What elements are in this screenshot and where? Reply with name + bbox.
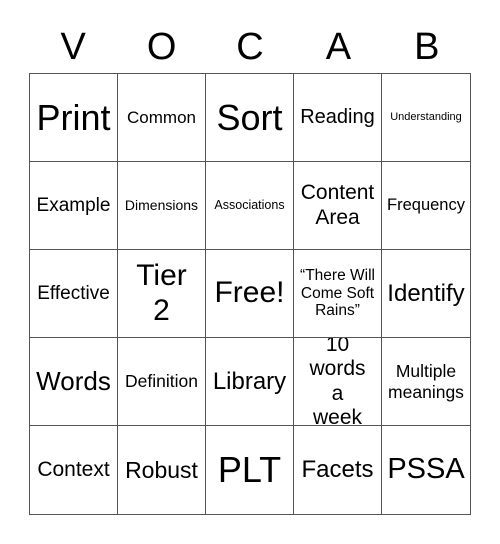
bingo-cell: Library	[206, 338, 294, 426]
bingo-cell: Print	[30, 74, 118, 162]
bingo-header: V O C A B	[29, 24, 471, 70]
bingo-cell: Tier 2	[118, 250, 206, 338]
bingo-cell: “There Will Come Soft Rains”	[294, 250, 382, 338]
bingo-cell: PSSA	[387, 453, 465, 486]
bingo-cell: Dimensions	[118, 162, 206, 250]
bingo-cell: Multiple meanings	[382, 338, 470, 426]
bingo-cell: Sort	[206, 74, 294, 162]
bingo-cell: Frequency	[382, 162, 470, 250]
bingo-grid: Print Common Sort Reading Understanding …	[29, 73, 471, 515]
bingo-cell: Definition	[118, 338, 206, 426]
bingo-cell: Facets	[294, 426, 382, 514]
header-letter: B	[414, 26, 440, 68]
bingo-cell: Effective	[30, 250, 118, 338]
bingo-cell: Words	[30, 338, 118, 426]
bingo-cell: Common	[118, 74, 206, 162]
header-letter: C	[236, 26, 264, 68]
free-space: Free!	[206, 250, 294, 338]
bingo-cell: 10 words a week	[294, 338, 382, 426]
header-letter: V	[60, 26, 86, 68]
bingo-cell: Understanding	[382, 74, 470, 162]
bingo-cell: Associations	[206, 162, 294, 250]
bingo-cell: Reading	[294, 74, 382, 162]
bingo-cell: PLT	[206, 426, 294, 514]
header-letter: A	[325, 26, 352, 68]
bingo-cell: Content Area	[294, 162, 382, 250]
bingo-cell: Robust	[118, 426, 206, 514]
header-letter: O	[146, 26, 177, 68]
bingo-cell: Identify	[382, 250, 470, 338]
bingo-cell: Context	[30, 426, 118, 514]
bingo-cell: Example	[30, 162, 118, 250]
